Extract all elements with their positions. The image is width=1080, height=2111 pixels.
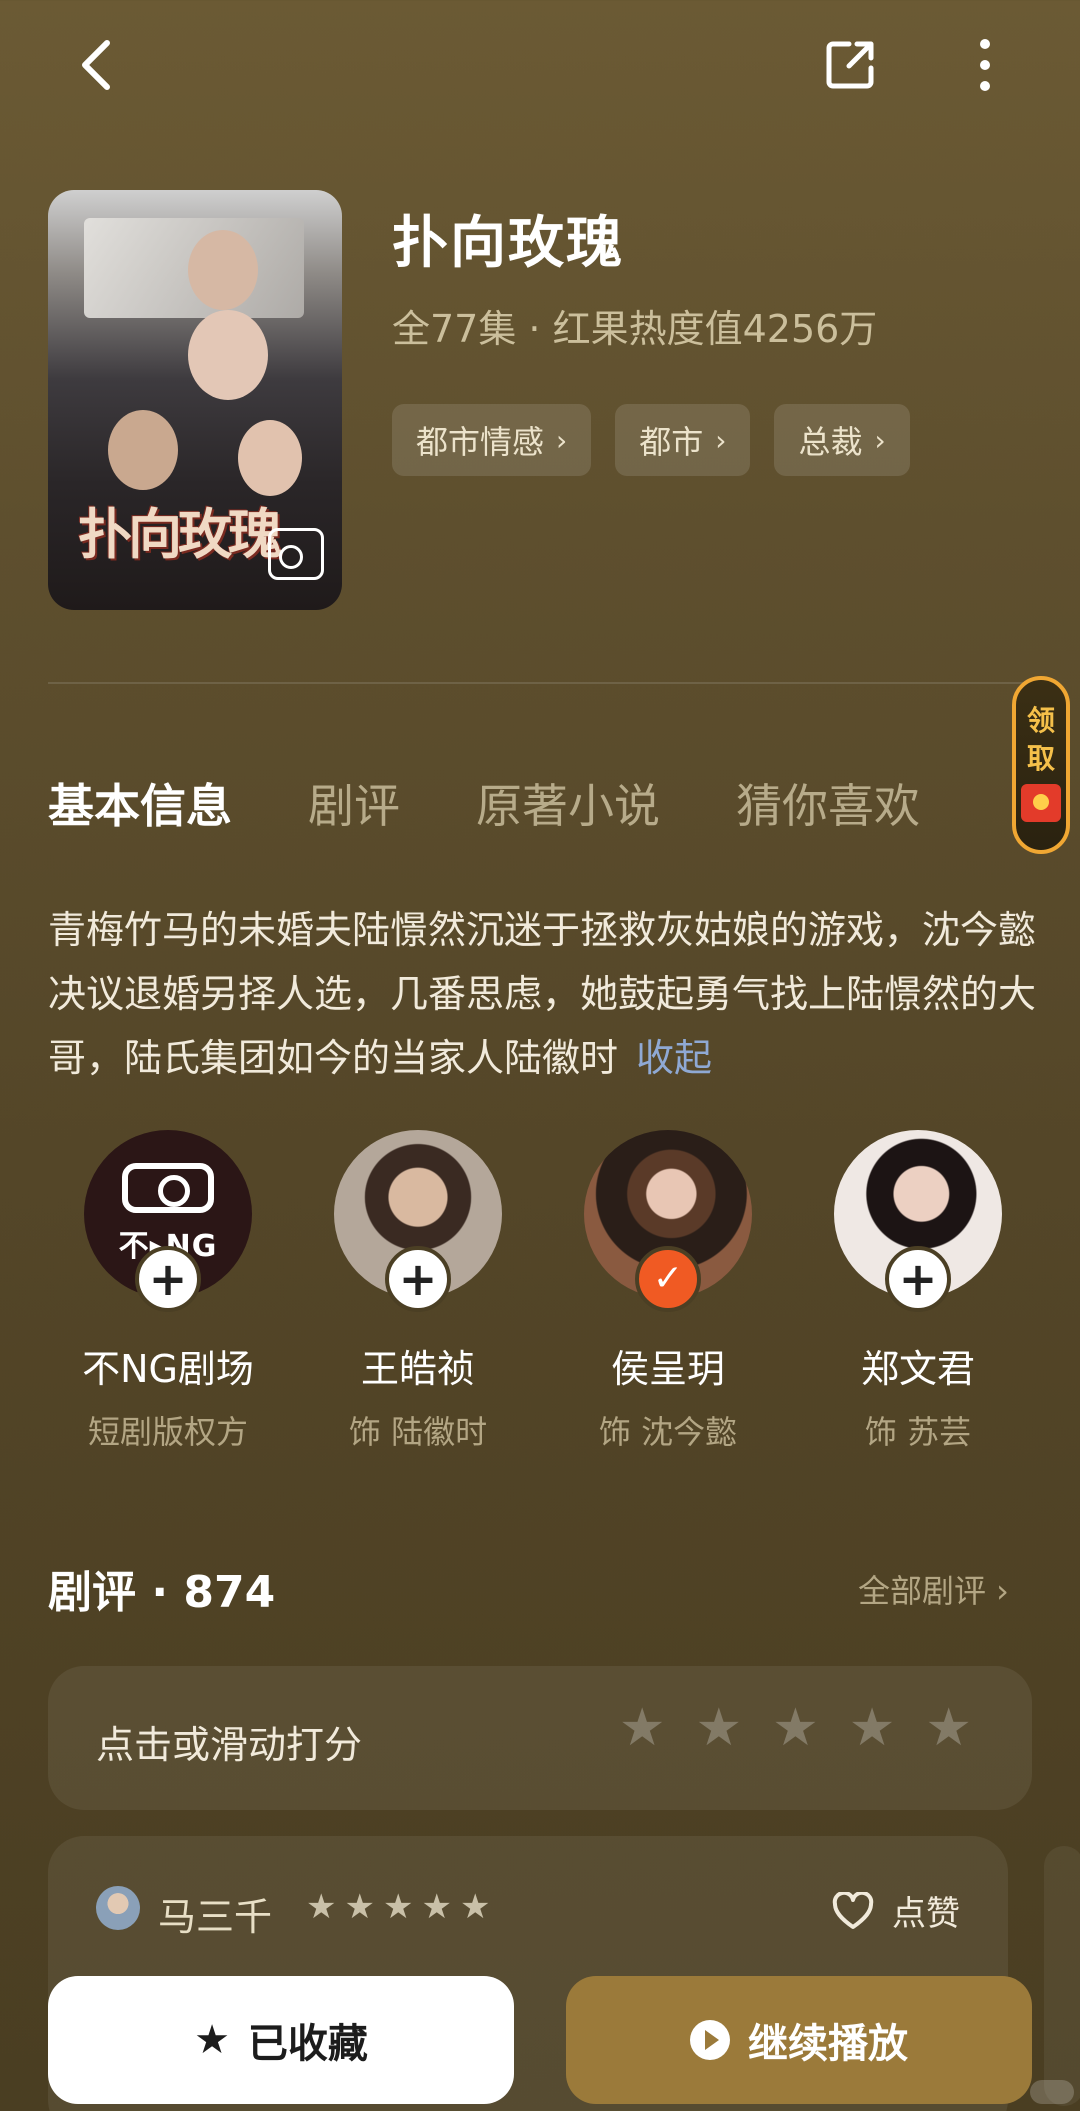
follow-plus-icon[interactable]: + bbox=[885, 1246, 951, 1312]
share-button[interactable] bbox=[815, 30, 885, 100]
review-author: 马三千 bbox=[158, 1895, 273, 1939]
star-icon: ★ bbox=[194, 2017, 230, 2063]
play-icon bbox=[690, 2020, 730, 2060]
follow-plus-icon[interactable]: + bbox=[385, 1246, 451, 1312]
share-icon bbox=[826, 41, 874, 89]
star-icon: ★ bbox=[421, 1887, 452, 1927]
camera-logo-icon bbox=[122, 1163, 214, 1213]
heart-icon bbox=[832, 1891, 874, 1929]
like-button[interactable]: 点赞 bbox=[832, 1886, 960, 1935]
rating-card[interactable]: 点击或滑动打分 ★ ★ ★ ★ ★ bbox=[48, 1666, 1032, 1810]
red-envelope-icon bbox=[1021, 784, 1061, 822]
divider bbox=[48, 682, 1032, 684]
cast-item[interactable]: ✓ 侯呈玥 饰 沈今懿 bbox=[548, 1130, 788, 1453]
chevron-right-icon: › bbox=[874, 423, 886, 457]
tab-novel[interactable]: 原著小说 bbox=[476, 770, 660, 836]
cast-name: 郑文君 bbox=[860, 1347, 975, 1391]
star-icon[interactable]: ★ bbox=[619, 1702, 666, 1754]
claim-label: 领取 bbox=[1026, 704, 1055, 775]
poster-figure bbox=[108, 410, 178, 490]
cast-list: 不▸NG + 不NG剧场 短剧版权方 + 王皓祯 饰 陆徽时 ✓ 侯呈玥 饰 沈… bbox=[48, 1130, 1038, 1453]
star-icon[interactable]: ★ bbox=[696, 1702, 743, 1754]
star-icon[interactable]: ★ bbox=[849, 1702, 896, 1754]
chevron-left-icon bbox=[82, 40, 110, 90]
avatar bbox=[96, 1886, 140, 1930]
tag-chip[interactable]: 都市 › bbox=[615, 404, 751, 476]
cast-name: 侯呈玥 bbox=[610, 1347, 725, 1391]
poster-title: 扑向玫瑰 bbox=[78, 502, 282, 566]
poster-figure bbox=[188, 230, 258, 310]
cast-role: 饰 苏芸 bbox=[864, 1413, 972, 1451]
poster-image[interactable]: 扑向玫瑰 bbox=[48, 190, 342, 610]
back-button[interactable] bbox=[60, 30, 130, 100]
star-icon: ★ bbox=[306, 1887, 337, 1927]
watermark bbox=[1030, 2080, 1074, 2104]
poster-figure bbox=[238, 420, 302, 496]
tab-recommend[interactable]: 猜你喜欢 bbox=[736, 770, 920, 836]
collapse-link[interactable]: 收起 bbox=[636, 1036, 712, 1080]
star-icon: ★ bbox=[344, 1887, 375, 1927]
next-review-card[interactable] bbox=[1044, 1846, 1080, 2106]
gallery-icon bbox=[268, 528, 324, 580]
tag-label: 都市 bbox=[639, 423, 704, 461]
tab-bar: 基本信息 剧评 原著小说 猜你喜欢 bbox=[48, 770, 920, 836]
tag-label: 总裁 bbox=[798, 423, 863, 461]
all-reviews-link[interactable]: 全部剧评 › bbox=[858, 1566, 1009, 1612]
star-icon[interactable]: ★ bbox=[772, 1702, 819, 1754]
cast-role: 饰 沈今懿 bbox=[598, 1413, 738, 1451]
cast-name: 不NG剧场 bbox=[82, 1347, 254, 1391]
tag-chip[interactable]: 都市情感 › bbox=[392, 404, 592, 476]
cast-role: 短剧版权方 bbox=[87, 1413, 248, 1451]
more-vertical-icon bbox=[980, 39, 990, 91]
followed-check-icon[interactable]: ✓ bbox=[635, 1246, 701, 1312]
synopsis: 青梅竹马的未婚夫陆憬然沉迷于拯救灰姑娘的游戏，沈今懿决议退婚另择人选，几番思虑，… bbox=[48, 898, 1048, 1090]
cast-item[interactable]: + 郑文君 饰 苏芸 bbox=[798, 1130, 1038, 1453]
show-meta: 全77集 · 红果热度值4256万 bbox=[392, 307, 878, 351]
star-icon: ★ bbox=[459, 1887, 491, 1927]
collected-button[interactable]: ★ 已收藏 bbox=[48, 1976, 514, 2104]
play-label: 继续播放 bbox=[748, 2021, 908, 2067]
rating-stars[interactable]: ★ ★ ★ ★ ★ bbox=[619, 1702, 972, 1754]
like-label: 点赞 bbox=[892, 1894, 960, 1934]
tab-reviews[interactable]: 剧评 bbox=[308, 770, 400, 836]
rating-prompt: 点击或滑动打分 bbox=[96, 1723, 363, 1767]
collected-label: 已收藏 bbox=[247, 2021, 368, 2067]
follow-plus-icon[interactable]: + bbox=[135, 1246, 201, 1312]
star-icon: ★ bbox=[382, 1887, 414, 1927]
tag-list: 都市情感 › 都市 › 总裁 › bbox=[392, 404, 910, 476]
review-stars: ★ ★ ★ ★ ★ bbox=[306, 1890, 490, 1924]
reviews-title: 剧评 · 874 bbox=[48, 1567, 276, 1618]
continue-play-button[interactable]: 继续播放 bbox=[566, 1976, 1032, 2104]
more-button[interactable] bbox=[950, 30, 1020, 100]
star-icon[interactable]: ★ bbox=[925, 1702, 972, 1754]
claim-reward-button[interactable]: 领取 bbox=[1012, 676, 1070, 854]
cast-item[interactable]: 不▸NG + 不NG剧场 短剧版权方 bbox=[48, 1130, 288, 1453]
cast-name: 王皓祯 bbox=[360, 1347, 475, 1391]
tag-chip[interactable]: 总裁 › bbox=[774, 404, 910, 476]
synopsis-text: 青梅竹马的未婚夫陆憬然沉迷于拯救灰姑娘的游戏，沈今懿决议退婚另择人选，几番思虑，… bbox=[48, 908, 1037, 1080]
cast-role: 饰 陆徽时 bbox=[348, 1413, 488, 1451]
tag-label: 都市情感 bbox=[416, 423, 545, 461]
cast-item[interactable]: + 王皓祯 饰 陆徽时 bbox=[298, 1130, 538, 1453]
chevron-right-icon: › bbox=[715, 423, 727, 457]
show-title: 扑向玫瑰 bbox=[392, 211, 624, 276]
tab-basic-info[interactable]: 基本信息 bbox=[48, 770, 232, 836]
poster-figure bbox=[188, 310, 268, 400]
chevron-right-icon: › bbox=[556, 423, 568, 457]
